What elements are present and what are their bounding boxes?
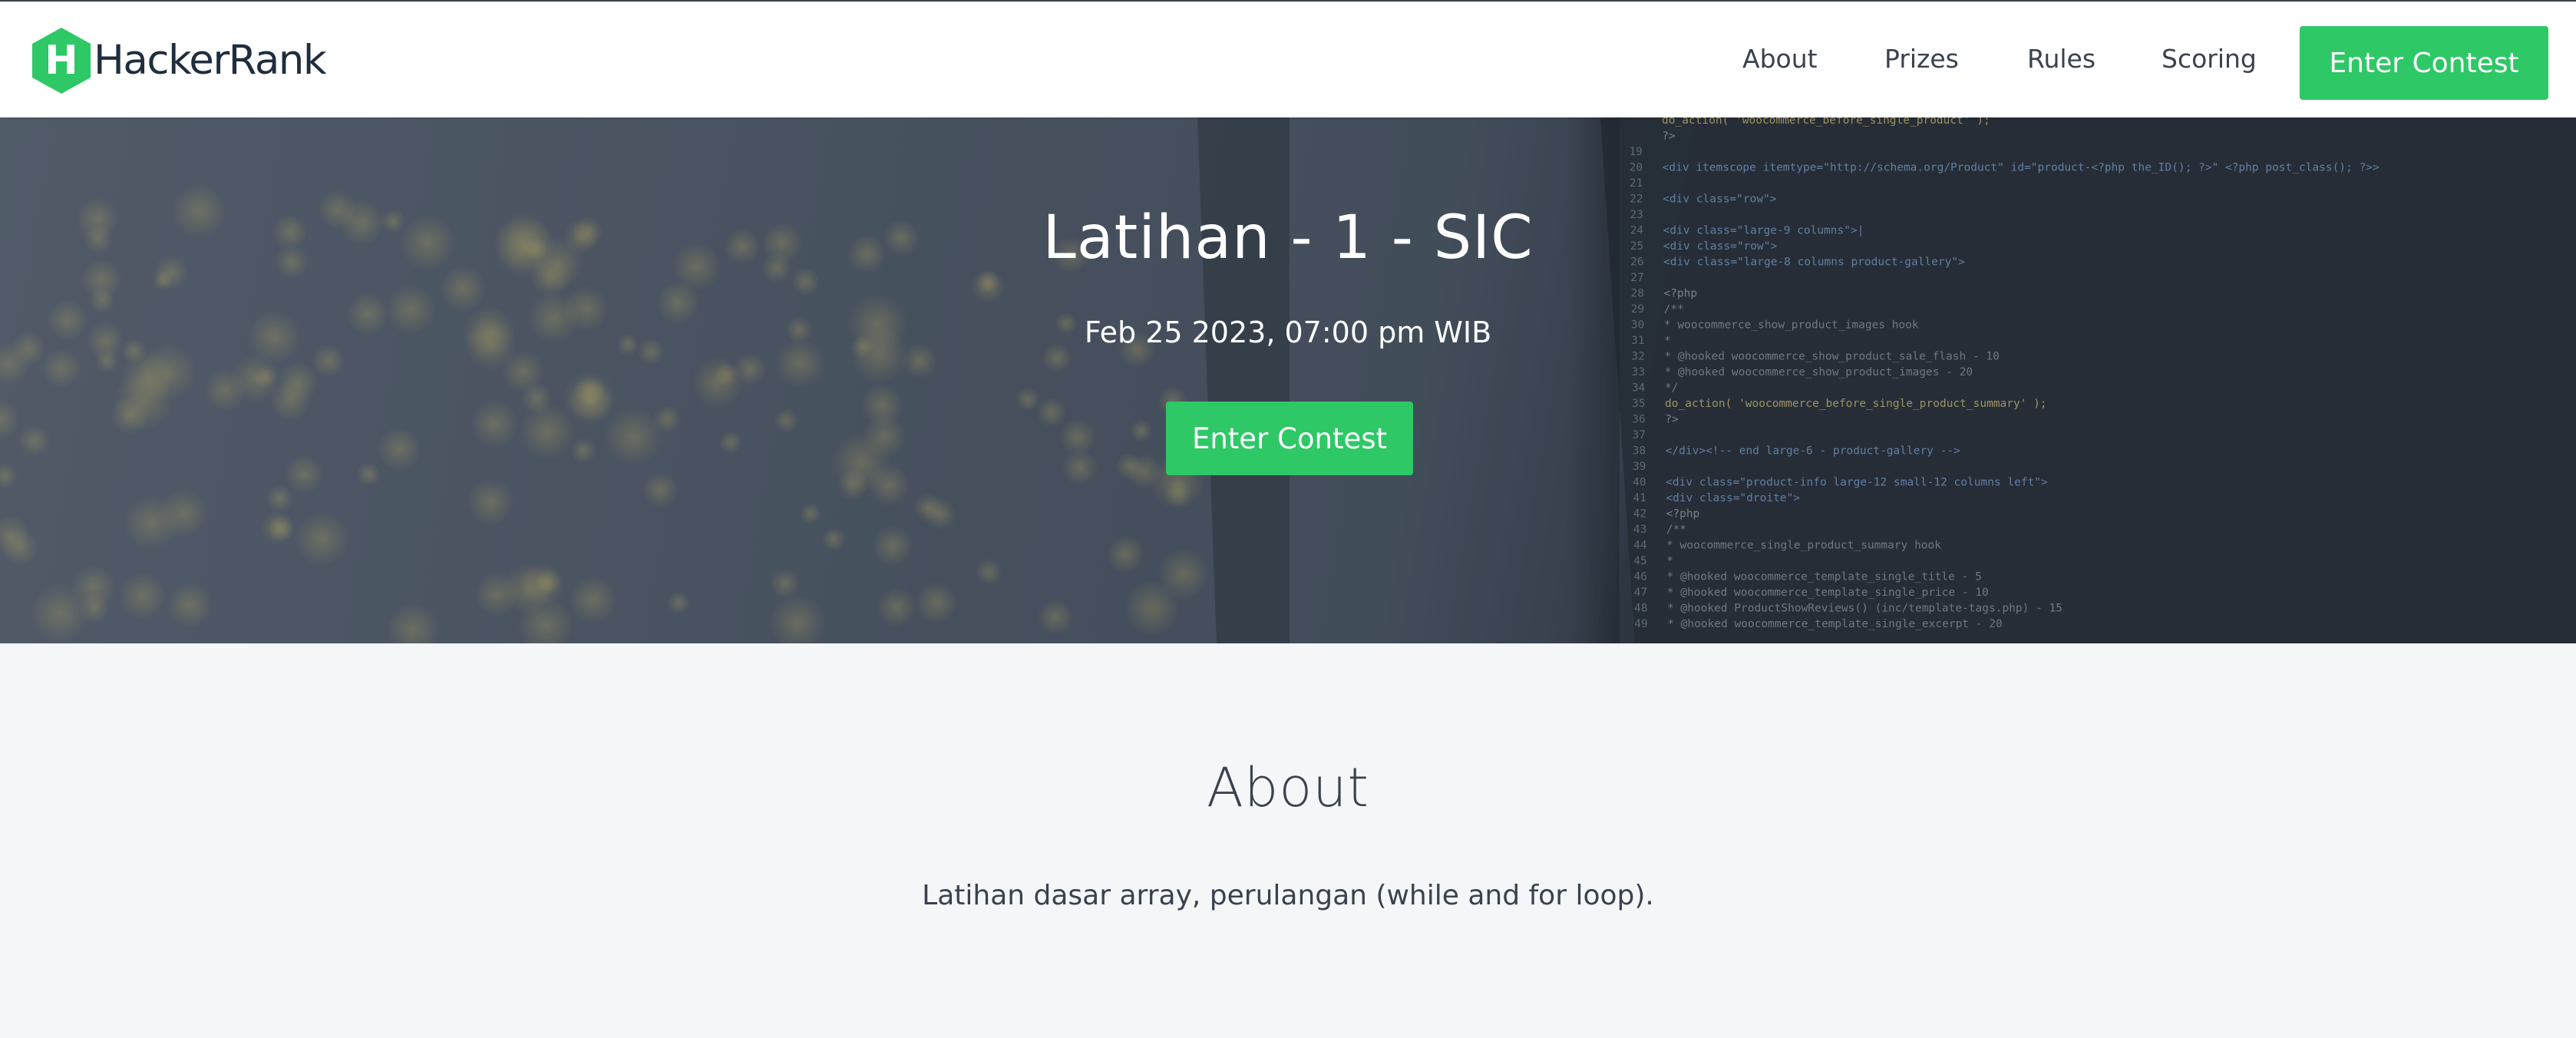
nav-scoring[interactable]: Scoring xyxy=(2162,41,2257,77)
about-description: Latihan dasar array, perulangan (while a… xyxy=(922,880,1654,911)
nav-about[interactable]: About xyxy=(1742,41,1818,77)
top-navbar: H HackerRank About Prizes Rules Scoring … xyxy=(0,0,2576,117)
hero-overlay xyxy=(0,117,2576,643)
hackerrank-logo[interactable]: H HackerRank xyxy=(29,26,327,95)
contest-title: Latihan - 1 - SIC xyxy=(1042,203,1534,273)
about-heading: About xyxy=(1207,756,1369,819)
enter-contest-button-hero[interactable]: Enter Contest xyxy=(1166,402,1413,475)
nav-rules[interactable]: Rules xyxy=(2027,41,2095,77)
brand-name: HackerRank xyxy=(94,37,327,84)
nav-prizes[interactable]: Prizes xyxy=(1884,41,1959,77)
hackerrank-logo-icon: H xyxy=(32,28,91,94)
hero-banner: do_action( 'woocommerce_before_single_pr… xyxy=(0,117,2576,643)
logo-letter: H xyxy=(45,38,78,84)
contest-date: Feb 25 2023, 07:00 pm WIB xyxy=(1084,316,1492,349)
enter-contest-button-header[interactable]: Enter Contest xyxy=(2300,26,2548,100)
